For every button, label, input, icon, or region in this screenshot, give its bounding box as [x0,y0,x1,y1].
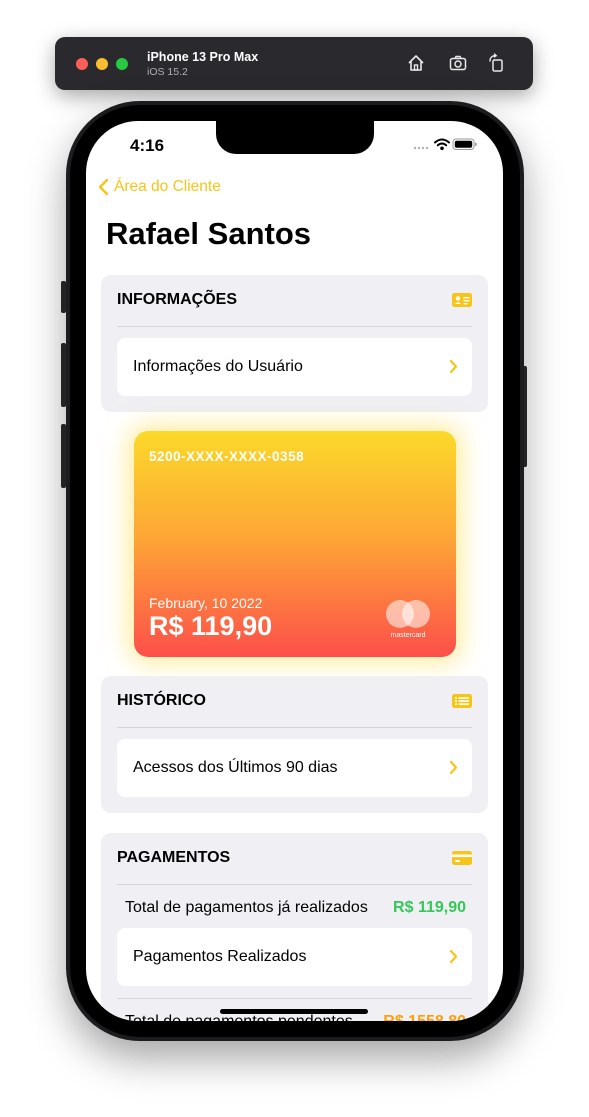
close-window-button[interactable] [76,58,88,70]
total-pending-label: Total de pagamentos pendentes [125,1013,353,1021]
total-pending-line: Total de pagamentos pendentes R$ 1558,80 [125,1013,466,1021]
simulator-os-version: iOS 15.2 [147,66,188,78]
battery-icon [452,138,477,150]
wifi-icon [434,138,450,147]
access-history-row-label: Acessos dos Últimos 90 dias [133,759,338,776]
chevron-right-icon [449,359,458,374]
list-icon [452,694,472,708]
mastercard-wordmark: mastercard [390,632,425,639]
info-section-title: INFORMAÇÕES [117,291,237,308]
total-paid-value: R$ 119,90 [393,899,466,916]
card-number: 5200-XXXX-XXXX-0358 [149,449,305,464]
history-section-title: HISTÓRICO [117,692,206,709]
cellular-signal-icon [413,146,429,150]
back-button-label: Área do Cliente [114,178,221,195]
history-section: HISTÓRICO Acessos dos Últimos 90 dias [101,676,488,813]
info-section: INFORMAÇÕES Informações do Usuário [101,275,488,412]
access-history-row[interactable]: Acessos dos Últimos 90 dias [117,739,472,797]
card-amount: R$ 119,90 [149,611,273,641]
zoom-window-button[interactable] [116,58,128,70]
notch [216,121,374,154]
user-info-row[interactable]: Informações do Usuário [117,338,472,396]
status-time: 4:16 [130,136,165,155]
home-icon[interactable] [406,53,426,73]
payments-section-title: PAGAMENTOS [117,849,231,866]
total-pending-value: R$ 1558,80 [383,1013,466,1021]
chevron-left-icon [98,178,109,196]
minimize-window-button[interactable] [96,58,108,70]
credit-card-icon [452,851,472,865]
status-icons [413,138,477,151]
screenshot-icon[interactable] [448,53,468,73]
divider [117,998,472,999]
credit-card[interactable]: 5200-XXXX-XXXX-0358 February, 10 2022 R$… [134,431,456,657]
mastercard-logo-icon: mastercard [386,600,430,639]
page-title: Rafael Santos [106,216,312,251]
home-indicator[interactable] [220,1009,368,1014]
rotate-icon[interactable] [487,53,507,73]
payments-made-row[interactable]: Pagamentos Realizados [117,928,472,986]
total-paid-line: Total de pagamentos já realizados R$ 119… [125,899,466,917]
back-button[interactable]: Área do Cliente [98,178,221,196]
chevron-right-icon [449,949,458,964]
payments-section: PAGAMENTOS Total de pagamentos já realiz… [101,833,488,1021]
user-info-row-label: Informações do Usuário [133,358,303,375]
chevron-right-icon [449,760,458,775]
contact-card-icon [452,293,472,307]
total-paid-label: Total de pagamentos já realizados [125,899,368,916]
simulator-titlebar: iPhone 13 Pro Max iOS 15.2 [55,37,533,90]
simulator-device-name: iPhone 13 Pro Max [147,50,259,64]
payments-made-row-label: Pagamentos Realizados [133,948,307,965]
phone-screen: 4:16 Área do Cliente Rafael Santos INFOR… [86,121,503,1021]
card-date: February, 10 2022 [149,595,263,611]
